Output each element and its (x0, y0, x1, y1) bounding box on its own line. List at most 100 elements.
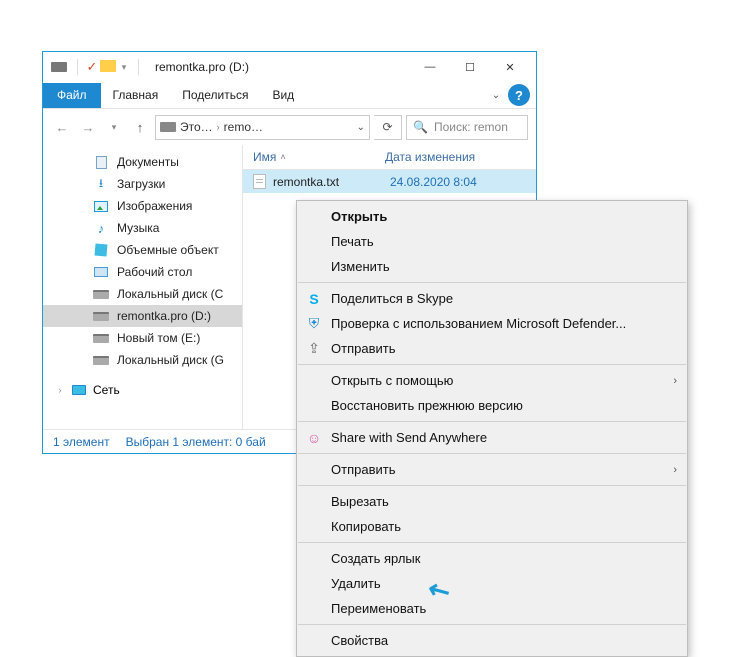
tab-view[interactable]: Вид (260, 83, 306, 107)
ctx-delete[interactable]: Удалить (297, 571, 687, 596)
chevron-right-icon: › (217, 122, 220, 132)
nav-forward-button[interactable]: → (77, 116, 99, 138)
shield-icon: ⛨ (305, 315, 323, 332)
tree-item-disk-g[interactable]: Локальный диск (G (43, 349, 242, 371)
skype-icon: S (305, 291, 323, 307)
drive-icon (93, 312, 109, 321)
address-bar[interactable]: Это… › remo… ⌄ (155, 115, 370, 140)
drive-icon (93, 356, 109, 365)
nav-recent-icon[interactable]: ▾ (103, 116, 125, 138)
file-date: 24.08.2020 8:04 (390, 175, 477, 189)
breadcrumb-item[interactable]: remo… (224, 120, 263, 134)
nav-up-button[interactable]: ↑ (129, 116, 151, 138)
search-placeholder: Поиск: remon (434, 120, 508, 134)
ribbon-tabs: Файл Главная Поделиться Вид ⌄ ? (43, 82, 536, 109)
separator (138, 59, 139, 75)
tree-item-disk-c[interactable]: Локальный диск (С (43, 283, 242, 305)
column-headers: Имя ˄ Дата изменения (243, 145, 536, 170)
menu-separator (298, 624, 686, 625)
menu-separator (298, 485, 686, 486)
qat-newfolder-icon[interactable] (100, 60, 116, 75)
ctx-sendanywhere[interactable]: ☺ Share with Send Anywhere (297, 425, 687, 450)
ctx-edit[interactable]: Изменить (297, 254, 687, 279)
context-menu: Открыть Печать Изменить S Поделиться в S… (296, 200, 688, 657)
titlebar: ✓ ▾ remontka.pro (D:) — ☐ ✕ (43, 52, 536, 82)
ctx-openwith[interactable]: Открыть с помощью › (297, 368, 687, 393)
chevron-right-icon: › (673, 375, 677, 387)
ctx-cut[interactable]: Вырезать (297, 489, 687, 514)
ribbon-collapse-icon[interactable]: ⌄ (484, 90, 508, 101)
search-input[interactable]: 🔍 Поиск: remon (406, 115, 528, 140)
tree-item-3dobjects[interactable]: Объемные объект (43, 239, 242, 261)
tree-item-documents[interactable]: Документы (43, 151, 242, 173)
cube-icon (94, 243, 107, 256)
download-icon: ⭳ (93, 174, 109, 195)
music-icon: ♪ (93, 221, 109, 236)
tab-share[interactable]: Поделиться (170, 83, 260, 107)
qat-dropdown-icon[interactable]: ▾ (116, 62, 132, 73)
tree-item-network[interactable]: › Сеть (43, 379, 242, 401)
tree-item-newvol[interactable]: Новый том (E:) (43, 327, 242, 349)
tab-file[interactable]: Файл (43, 83, 101, 108)
ctx-copy[interactable]: Копировать (297, 514, 687, 539)
menu-separator (298, 453, 686, 454)
tree-item-remontka[interactable]: remontka.pro (D:) (43, 305, 242, 327)
tree-label: remontka.pro (D:) (117, 309, 211, 323)
share-icon: ⇪ (305, 340, 323, 357)
file-name: remontka.txt (273, 175, 390, 189)
drive-icon (93, 334, 109, 343)
drive-icon (51, 62, 67, 72)
column-header-date[interactable]: Дата изменения (385, 150, 536, 164)
ctx-sendto[interactable]: Отправить › (297, 457, 687, 482)
ctx-restore[interactable]: Восстановить прежнюю версию (297, 393, 687, 418)
ctx-skype[interactable]: S Поделиться в Skype (297, 286, 687, 311)
desktop-icon (94, 267, 108, 277)
qat-properties-icon[interactable]: ✓ (84, 59, 100, 75)
status-selection: Выбран 1 элемент: 0 бай (126, 435, 266, 449)
column-label: Имя (253, 150, 276, 164)
tree-item-downloads[interactable]: ⭳ Загрузки (43, 173, 242, 195)
breadcrumb-item[interactable]: Это… (180, 120, 213, 134)
file-row-selected[interactable]: remontka.txt 24.08.2020 8:04 (243, 170, 536, 193)
ctx-share[interactable]: ⇪ Отправить (297, 336, 687, 361)
ctx-open[interactable]: Открыть (297, 204, 687, 229)
menu-separator (298, 542, 686, 543)
column-header-name[interactable]: Имя ˄ (253, 150, 385, 164)
refresh-button[interactable]: ⟳ (374, 115, 402, 140)
drive-icon (93, 290, 109, 299)
tree-label: Изображения (117, 199, 192, 213)
window-title: remontka.pro (D:) (155, 60, 249, 74)
menu-separator (298, 282, 686, 283)
tree-label: Локальный диск (С (117, 287, 223, 301)
tree-item-music[interactable]: ♪ Музыка (43, 217, 242, 239)
ctx-shortcut[interactable]: Создать ярлык (297, 546, 687, 571)
tree-label: Объемные объект (117, 243, 219, 257)
nav-back-button[interactable]: ← (51, 116, 73, 138)
sendanywhere-icon: ☺ (305, 430, 323, 446)
tree-label: Локальный диск (G (117, 353, 224, 367)
ctx-properties[interactable]: Свойства (297, 628, 687, 653)
navigation-pane: Документы ⭳ Загрузки Изображения ♪ Музык… (43, 145, 243, 429)
minimize-button[interactable]: — (410, 53, 450, 81)
separator (77, 59, 78, 75)
ctx-rename[interactable]: Переименовать (297, 596, 687, 621)
tree-label: Загрузки (117, 177, 165, 191)
close-button[interactable]: ✕ (490, 53, 530, 81)
tree-item-desktop[interactable]: Рабочий стол (43, 261, 242, 283)
menu-separator (298, 421, 686, 422)
textfile-icon (253, 174, 266, 189)
tree-item-images[interactable]: Изображения (43, 195, 242, 217)
search-icon: 🔍 (413, 120, 428, 134)
chevron-right-icon: › (673, 464, 677, 476)
tree-label: Рабочий стол (117, 265, 192, 279)
tab-home[interactable]: Главная (101, 83, 171, 107)
maximize-button[interactable]: ☐ (450, 53, 490, 81)
sort-asc-icon: ˄ (280, 152, 285, 162)
help-icon[interactable]: ? (508, 84, 530, 106)
document-icon (96, 156, 107, 169)
ctx-defender[interactable]: ⛨ Проверка с использованием Microsoft De… (297, 311, 687, 336)
network-icon (72, 385, 86, 395)
address-dropdown-icon[interactable]: ⌄ (357, 122, 365, 133)
chevron-right-icon[interactable]: › (55, 385, 65, 395)
ctx-print[interactable]: Печать (297, 229, 687, 254)
